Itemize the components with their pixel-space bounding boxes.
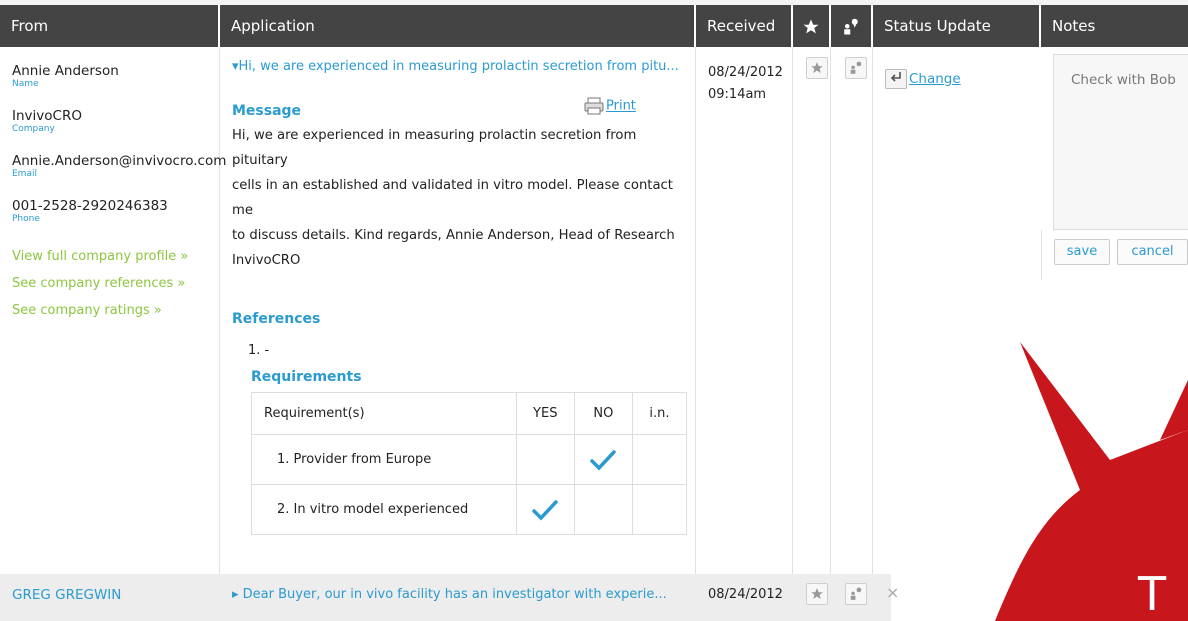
in-cell	[631, 484, 688, 535]
save-button[interactable]: save	[1054, 239, 1110, 265]
message-line: Hi, we are experienced in measuring prol…	[232, 128, 637, 168]
star-icon	[811, 62, 823, 73]
change-status-link[interactable]: Change	[909, 71, 961, 87]
header-flag[interactable]	[831, 5, 873, 47]
sender-company: InvivoCRO	[12, 108, 82, 124]
in-header: i.n.	[631, 392, 688, 435]
cancel-button[interactable]: cancel	[1117, 239, 1188, 265]
header-application[interactable]: Application	[220, 5, 696, 47]
sender-name[interactable]: GREG GREGWIN	[12, 587, 121, 603]
star-button[interactable]	[806, 57, 828, 79]
no-cell	[573, 484, 633, 535]
message-line: to discuss details. Kind regards, Annie …	[232, 228, 675, 243]
received-time: 09:14am	[708, 87, 767, 102]
references-title: References	[232, 311, 321, 327]
header-status-update[interactable]: Status Update	[873, 5, 1041, 47]
no-header: NO	[573, 392, 633, 435]
column-divider	[695, 47, 696, 621]
requirement-name: 1. Provider from Europe	[251, 434, 517, 485]
printer-icon	[584, 97, 604, 115]
column-divider	[830, 47, 831, 621]
references-item: 1. -	[248, 343, 270, 358]
sender-email: Annie.Anderson@invivocro.com	[12, 153, 227, 169]
yes-cell	[515, 484, 575, 535]
person-flag-icon	[844, 18, 858, 34]
view-company-profile-link[interactable]: View full company profile »	[12, 243, 217, 270]
header-from[interactable]: From	[0, 5, 220, 47]
header-notes[interactable]: Notes	[1041, 5, 1188, 47]
close-icon[interactable]: ×	[886, 583, 899, 602]
message-line: cells in an established and validated in…	[232, 178, 673, 218]
person-flag-icon	[850, 587, 862, 600]
yes-cell	[515, 434, 575, 485]
requirements-table: Requirement(s) YES NO i.n. 1. Provider f…	[251, 392, 688, 535]
logo-letter: T	[1137, 567, 1167, 621]
company-label: Company	[12, 124, 55, 134]
sender-details: Annie Anderson Name InvivoCRO Company An…	[12, 63, 227, 324]
message-title: Message	[232, 103, 302, 119]
notes-divider	[1041, 230, 1042, 280]
column-divider	[792, 47, 793, 621]
sender-name: Annie Anderson	[12, 63, 119, 79]
application-details: ▾Hi, we are experienced in measuring pro…	[232, 59, 688, 535]
star-icon	[803, 19, 819, 33]
requirements-title: Requirements	[251, 369, 362, 385]
message-line: InvivoCRO	[232, 253, 301, 268]
received-datetime: 08/24/2012 09:14am	[708, 62, 783, 106]
person-flag-icon	[850, 61, 862, 74]
logo-graphic: T	[995, 342, 1188, 621]
application-subject-toggle[interactable]: ▸ Dear Buyer, our in vivo facility has a…	[232, 587, 667, 602]
requirement-name: 2. In vitro model experienced	[251, 484, 517, 535]
email-label: Email	[12, 169, 37, 179]
print-label: Print	[606, 98, 636, 114]
name-label: Name	[12, 79, 39, 89]
return-arrow-icon	[885, 69, 907, 89]
company-references-link[interactable]: See company references »	[12, 270, 217, 297]
header-received[interactable]: Received	[696, 5, 793, 47]
sender-phone: 001-2528-2920246383	[12, 198, 168, 214]
checkmark-icon	[590, 449, 617, 471]
message-body: Hi, we are experienced in measuring prol…	[232, 123, 687, 273]
notes-textarea[interactable]: Check with Bob	[1053, 54, 1188, 230]
checkmark-icon	[532, 499, 558, 521]
received-date: 08/24/2012	[708, 587, 783, 602]
header-star[interactable]	[793, 5, 831, 47]
phone-label: Phone	[12, 214, 40, 224]
star-button[interactable]	[806, 583, 828, 605]
column-divider	[219, 47, 220, 621]
status-change[interactable]: Change	[885, 69, 961, 89]
in-cell	[631, 434, 688, 485]
flag-button[interactable]	[845, 583, 867, 605]
received-date: 08/24/2012	[708, 65, 783, 80]
company-ratings-link[interactable]: See company ratings »	[12, 297, 217, 324]
print-button[interactable]: Print	[584, 97, 636, 115]
application-subject-toggle[interactable]: ▾Hi, we are experienced in measuring pro…	[232, 59, 687, 74]
no-cell	[573, 434, 633, 485]
yes-header: YES	[515, 392, 575, 435]
star-icon	[811, 588, 823, 599]
flag-button[interactable]	[845, 57, 867, 79]
table-header: From Application Received Status Update …	[0, 5, 1188, 47]
requirements-header: Requirement(s)	[251, 392, 517, 435]
column-divider	[872, 47, 873, 621]
